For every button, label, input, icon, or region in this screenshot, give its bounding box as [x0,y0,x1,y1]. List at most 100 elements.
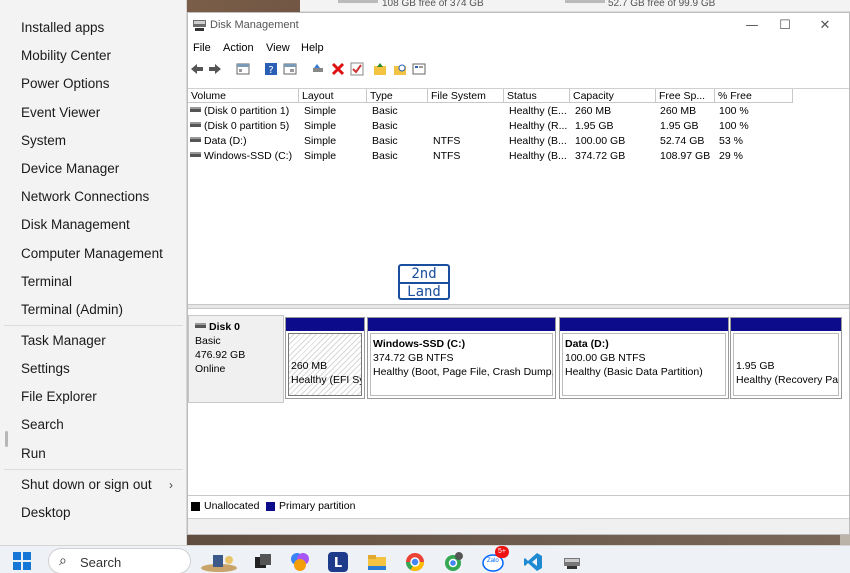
menu-item-power-options[interactable]: Power Options [0,70,187,98]
partition-band [368,318,555,331]
volume-name: (Disk 0 partition 5) [204,120,290,132]
task-view-icon[interactable] [253,552,273,572]
menu-item-terminal-admin[interactable]: Terminal (Admin) [0,296,187,324]
menu-item-mobility-center[interactable]: Mobility Center [0,42,187,70]
volume-name: (Disk 0 partition 1) [204,105,290,117]
menu-item-terminal[interactable]: Terminal [0,268,187,296]
back-arrow-icon[interactable] [190,62,204,76]
drive-icon [190,137,201,142]
zalo-app[interactable]: Zalo 5+ [482,546,512,572]
check-icon[interactable] [350,62,364,76]
menu-item-system[interactable]: System [0,127,187,155]
forward-arrow-icon[interactable] [208,62,222,76]
folder-up-icon[interactable] [373,62,387,76]
windows-start-icon[interactable] [13,552,31,570]
copilot-icon[interactable] [290,552,310,572]
column-capacity[interactable]: Capacity [570,89,656,103]
file-explorer-icon[interactable] [367,552,387,572]
view-options-icon[interactable] [412,62,426,76]
column-volume[interactable]: Volume [188,89,299,103]
menu-item-device-manager[interactable]: Device Manager [0,155,187,183]
menu-item-shut-down-or-sign-out[interactable]: Shut down or sign out › [0,471,187,499]
menu-view[interactable]: View [266,42,290,54]
column-status[interactable]: Status [504,89,570,103]
menu-item-desktop[interactable]: Desktop [0,499,187,527]
drive-free-right: 52.7 GB free of 99.9 GB [608,0,716,9]
menu-item-label: Computer Management [21,246,163,261]
menu-item-computer-management[interactable]: Computer Management [0,240,187,268]
partition-efi[interactable]: 260 MB Healthy (EFI Sy [285,317,365,399]
disk-management-app-icon [193,20,206,31]
menu-item-disk-management[interactable]: Disk Management [0,211,187,239]
drive-icon [190,152,201,157]
search-highlight-icon[interactable] [199,552,239,572]
drive-icon [190,122,201,127]
cell-status: Healthy (B... [509,150,567,162]
cell-type: Basic [372,150,398,162]
cell-layout: Simple [304,150,337,162]
table-row[interactable]: Windows-SSD (C:) Simple Basic NTFS Healt… [188,149,793,164]
maximize-button[interactable]: ☐ [770,16,800,36]
delete-icon[interactable] [331,62,345,76]
partition-data[interactable]: Data (D:) 100.00 GB NTFS Healthy (Basic … [559,317,729,399]
partition-recovery[interactable]: 1.95 GB Healthy (Recovery Pa [730,317,842,399]
table-row[interactable]: (Disk 0 partition 1) Simple Basic Health… [188,104,793,119]
column-type[interactable]: Type [367,89,428,103]
partition-windows-ssd[interactable]: Windows-SSD (C:) 374.72 GB NTFS Healthy … [367,317,556,399]
menu-file[interactable]: File [193,42,211,54]
menu-item-label: Mobility Center [21,48,112,63]
disk-type: Basic [195,335,221,347]
menu-item-label: Task Manager [21,333,106,348]
title-bar[interactable]: Disk Management — ☐ ✕ [188,13,849,39]
close-button[interactable]: ✕ [810,16,840,36]
table-row[interactable]: Data (D:) Simple Basic NTFS Healthy (B..… [188,134,793,149]
disk-icon [195,323,206,328]
app-l-icon[interactable]: L [328,552,348,572]
column-file-system[interactable]: File System [428,89,504,103]
background-explorer-window: 108 GB free of 374 GB 52.7 GB free of 99… [300,0,850,12]
legend-swatch-primary [266,502,275,511]
minimize-button[interactable]: — [737,16,767,36]
console-tree-icon[interactable] [236,62,250,76]
menu-item-installed-apps[interactable]: Installed apps [0,14,187,42]
partition-size: 1.95 GB [736,360,775,372]
menu-item-search[interactable]: Search [0,411,187,439]
vscode-icon[interactable] [523,552,543,572]
help-icon[interactable]: ? [264,62,278,76]
table-row[interactable]: (Disk 0 partition 5) Simple Basic Health… [188,119,793,134]
menu-item-network-connections[interactable]: Network Connections [0,183,187,211]
partition-band [560,318,728,331]
menu-help[interactable]: Help [301,42,324,54]
cell-file-system: NTFS [433,150,461,162]
chrome-profile-icon[interactable] [443,552,463,572]
menu-item-run[interactable]: Run [0,440,187,468]
menu-item-task-manager[interactable]: Task Manager [0,327,187,355]
status-bar [188,518,849,534]
partition-status: Healthy (Boot, Page File, Crash Dump, [373,366,553,378]
menu-item-settings[interactable]: Settings [0,355,187,383]
cell-percent-free: 53 % [719,135,743,147]
menu-bar: File Action View Help [188,41,849,57]
legend-label-primary: Primary partition [279,500,356,512]
column-free-space[interactable]: Free Sp... [656,89,715,103]
partition-title: Windows-SSD (C:) [373,338,466,350]
partition-band [286,318,364,331]
connect-icon[interactable] [311,62,325,76]
properties-icon[interactable] [283,62,297,76]
taskbar-search[interactable]: ⌕ Search [48,548,191,573]
taskbar: ⌕ Search L Zalo 5+ [0,545,850,573]
disk-management-taskbar-icon[interactable] [562,552,582,572]
cell-capacity: 100.00 GB [575,135,626,147]
chrome-icon[interactable] [405,552,425,572]
disk-0-header[interactable]: Disk 0 Basic 476.92 GB Online [188,315,284,403]
menu-item-event-viewer[interactable]: Event Viewer [0,99,187,127]
folder-search-icon[interactable] [393,62,407,76]
menu-item-label: File Explorer [21,389,97,404]
column-layout[interactable]: Layout [299,89,367,103]
disk-size: 476.92 GB [195,349,246,361]
menu-item-file-explorer[interactable]: File Explorer [0,383,187,411]
column-percent-free[interactable]: % Free [715,89,793,103]
partition-status: Healthy (Basic Data Partition) [565,366,703,378]
menu-action[interactable]: Action [223,42,254,54]
cell-type: Basic [372,120,398,132]
